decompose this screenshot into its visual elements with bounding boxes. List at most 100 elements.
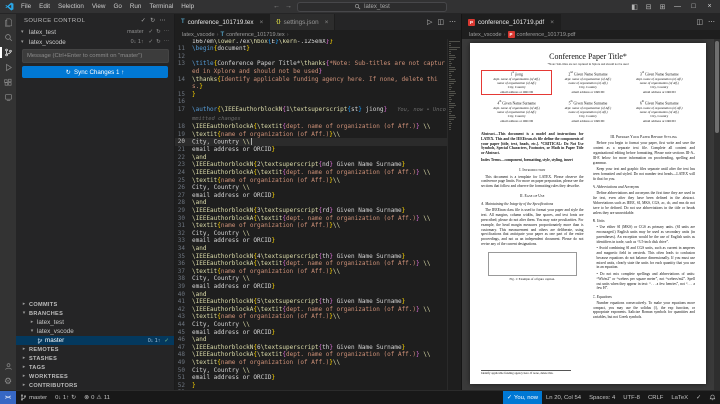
minimap-line	[449, 81, 456, 82]
cursor-position-status[interactable]: Ln 20, Col 54	[542, 391, 585, 404]
blame-status[interactable]: ✓ You, now	[503, 391, 542, 404]
line-content: \textit{name of organization (of Aff.)}\…	[192, 359, 447, 367]
repo-row-latex-vscode[interactable]: ▾ latex_vscode 0↓ 1↑ ✓↻⋯	[16, 37, 174, 47]
toggle-panel-icon[interactable]: ⊟	[642, 1, 655, 13]
extensions-icon[interactable]	[0, 75, 16, 90]
encoding-status[interactable]: UTF-8	[619, 391, 644, 404]
line-number: 33	[175, 237, 192, 245]
settings-gear-icon[interactable]: ⚙	[0, 374, 16, 389]
branches-repo-latex-vscode[interactable]: ▾ latex_vscode	[16, 327, 174, 336]
maximize-button[interactable]: □	[686, 0, 701, 13]
menu-edit[interactable]: Edit	[35, 3, 54, 10]
close-icon[interactable]: ×	[550, 19, 554, 26]
branch-sync-badges: 0↓ 1↑	[148, 338, 161, 344]
command-center[interactable]: latex_test	[297, 2, 447, 12]
pdf-scrollbar[interactable]	[714, 39, 720, 390]
line-content: }	[192, 382, 447, 390]
customize-layout-icon[interactable]: ⊞	[656, 1, 669, 13]
account-icon[interactable]	[0, 359, 16, 374]
minimap-line	[449, 57, 456, 58]
more-actions-icon[interactable]: ⋯	[164, 39, 169, 45]
section-branches[interactable]: ▾ BRANCHES	[16, 309, 174, 318]
remote-explorer-icon[interactable]	[0, 90, 16, 105]
minimap-line	[449, 59, 454, 60]
breadcrumb[interactable]: latex_vscode › P conference_101719.pdf	[462, 30, 720, 39]
window-controls: ◧ ⊟ ⊞ — □ ×	[628, 0, 717, 13]
navigate-back-icon[interactable]: ←	[273, 3, 280, 10]
pdf-subheading: C. Equations	[593, 295, 696, 300]
minimize-button[interactable]: —	[670, 0, 685, 13]
source-control-icon[interactable]	[0, 45, 16, 60]
tab-conference-tex[interactable]: T conference_101719.tex ×	[175, 14, 270, 30]
section-contributors[interactable]: ▸ CONTRIBUTORS	[16, 381, 174, 390]
bell-icon	[709, 394, 716, 401]
menu-run[interactable]: Run	[126, 3, 146, 10]
code-line: 47\IEEEauthorblockN{6\textsuperscript{th…	[175, 344, 447, 352]
tab-conference-pdf[interactable]: P conference_101719.pdf ×	[462, 14, 561, 30]
eol-status[interactable]: CRLF	[644, 391, 667, 404]
commit-action-icon[interactable]: ✓	[141, 17, 146, 24]
code-line: 40\and	[175, 291, 447, 299]
section-stashes[interactable]: ▸ STASHES	[16, 354, 174, 363]
sync-changes-button[interactable]: ↻ Sync Changes 1 ↑	[22, 66, 168, 78]
menu-help[interactable]: Help	[177, 3, 198, 10]
line-number: 49	[175, 359, 192, 367]
code-line: 33email address or ORCID}	[175, 237, 447, 245]
scrollbar-thumb[interactable]	[715, 41, 719, 133]
explorer-icon[interactable]	[0, 15, 16, 30]
more-actions-icon[interactable]: ⋯	[164, 29, 169, 35]
code-editor[interactable]: 10\def\BibTeX{{\rm B\kern-.05em{\sc i\ke…	[175, 39, 461, 390]
line-number: 16	[175, 98, 192, 106]
search-icon[interactable]	[0, 30, 16, 45]
section-commits[interactable]: ▸ COMMITS	[16, 300, 174, 309]
refresh-icon[interactable]: ↻	[150, 17, 155, 24]
refresh-icon[interactable]: ↻	[156, 29, 161, 35]
section-worktrees[interactable]: ▸ WORKTREES	[16, 372, 174, 381]
tab-settings-json[interactable]: {} settings.json ×	[270, 14, 335, 30]
close-icon[interactable]: ×	[260, 19, 264, 26]
commit-action-icon[interactable]: ✓	[149, 39, 154, 45]
figure-placeholder	[488, 252, 577, 276]
line-content: \IEEEauthorblockA{\textit{dept. name of …	[192, 351, 447, 359]
menu-view[interactable]: View	[88, 3, 110, 10]
branch-status[interactable]: master	[16, 391, 51, 404]
minimap-line	[449, 71, 454, 72]
line-number: 26	[175, 184, 192, 192]
navigate-forward-icon[interactable]: →	[285, 3, 292, 10]
sync-status[interactable]: 0↓ 1↑ ↻	[51, 391, 80, 404]
close-button[interactable]: ×	[702, 0, 717, 13]
remote-indicator[interactable]: ><	[0, 391, 16, 404]
commit-action-icon[interactable]: ✓	[149, 29, 154, 35]
build-run-icon[interactable]: ▷	[427, 18, 432, 26]
menu-terminal[interactable]: Terminal	[145, 3, 177, 10]
minimap[interactable]	[447, 39, 461, 390]
repo-row-latex-test[interactable]: ▾ latex_test master ✓↻⋯	[16, 27, 174, 37]
close-icon[interactable]: ×	[325, 19, 329, 26]
split-editor-icon[interactable]: ◫	[437, 18, 444, 26]
problems-status[interactable]: ⊗ 0 ⚠ 11	[80, 391, 114, 404]
notifications-bell[interactable]	[705, 391, 720, 404]
section-tags[interactable]: ▸ TAGS	[16, 363, 174, 372]
breadcrumb[interactable]: latex_vscode › T conference_101719.tex ›	[175, 30, 461, 39]
line-content	[192, 98, 447, 106]
branches-repo-latex-test[interactable]: ▸ latex_test	[16, 318, 174, 327]
menu-selection[interactable]: Selection	[54, 3, 88, 10]
menu-file[interactable]: File	[17, 3, 35, 10]
section-remotes[interactable]: ▸ REMOTES	[16, 345, 174, 354]
pdf-viewer[interactable]: Conference Paper Title* *Note: Sub-title…	[462, 39, 720, 390]
more-actions-icon[interactable]: ⋯	[160, 17, 166, 24]
more-actions-icon[interactable]: ⋯	[708, 18, 715, 26]
author-name: 5th Given Name Surname	[555, 100, 620, 105]
more-actions-icon[interactable]: ⋯	[449, 18, 456, 26]
branch-item-master[interactable]: master 0↓ 1↑ ✓	[16, 336, 174, 345]
commit-message-input[interactable]	[22, 49, 169, 63]
refresh-icon[interactable]: ↻	[156, 39, 161, 45]
minimap-line	[449, 65, 451, 66]
latex-build-status[interactable]: ✓	[692, 391, 705, 404]
menu-go[interactable]: Go	[109, 3, 125, 10]
language-mode-status[interactable]: LaTeX	[667, 391, 692, 404]
run-debug-icon[interactable]	[0, 60, 16, 75]
split-editor-icon[interactable]: ◫	[696, 18, 703, 26]
toggle-sidebar-icon[interactable]: ◧	[628, 1, 641, 13]
indentation-status[interactable]: Spaces: 4	[585, 391, 619, 404]
